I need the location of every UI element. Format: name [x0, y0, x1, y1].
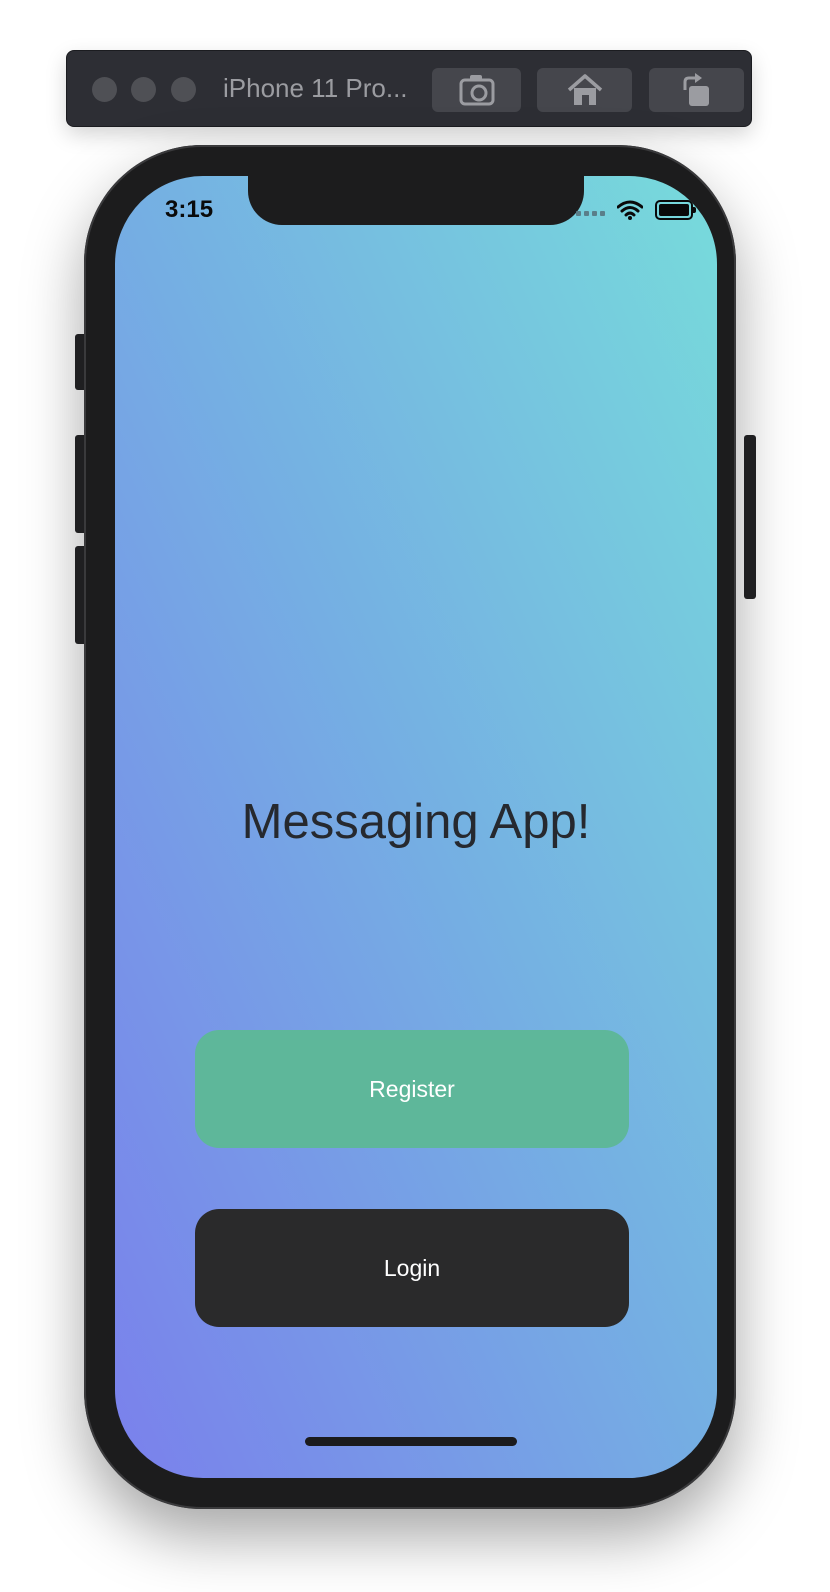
window-minimize-button[interactable]	[131, 77, 156, 102]
battery-icon	[655, 200, 696, 220]
home-indicator[interactable]	[305, 1437, 517, 1446]
signal-dots-icon	[576, 210, 605, 216]
power-button	[744, 435, 756, 599]
status-time: 3:15	[165, 196, 214, 223]
home-button[interactable]	[537, 68, 632, 112]
window-close-button[interactable]	[92, 77, 117, 102]
simulator-title: iPhone 11 Pro...	[223, 73, 408, 103]
status-icons	[576, 200, 696, 220]
phone-frame: 3:15 Messaging App! Register Login	[84, 145, 736, 1509]
window-zoom-button[interactable]	[171, 77, 196, 102]
login-button[interactable]: Login	[195, 1209, 629, 1327]
wifi-icon	[617, 200, 643, 220]
rotate-button[interactable]	[649, 68, 744, 112]
notch	[248, 176, 584, 225]
screenshot-button[interactable]	[432, 68, 521, 112]
camera-icon	[459, 75, 494, 106]
app-screen: 3:15 Messaging App! Register Login	[115, 176, 717, 1478]
rotate-icon	[683, 73, 709, 106]
home-icon	[567, 74, 602, 105]
register-button[interactable]: Register	[195, 1030, 629, 1148]
simulator-toolbar: iPhone 11 Pro...	[67, 51, 751, 126]
app-title: Messaging App!	[241, 795, 591, 849]
